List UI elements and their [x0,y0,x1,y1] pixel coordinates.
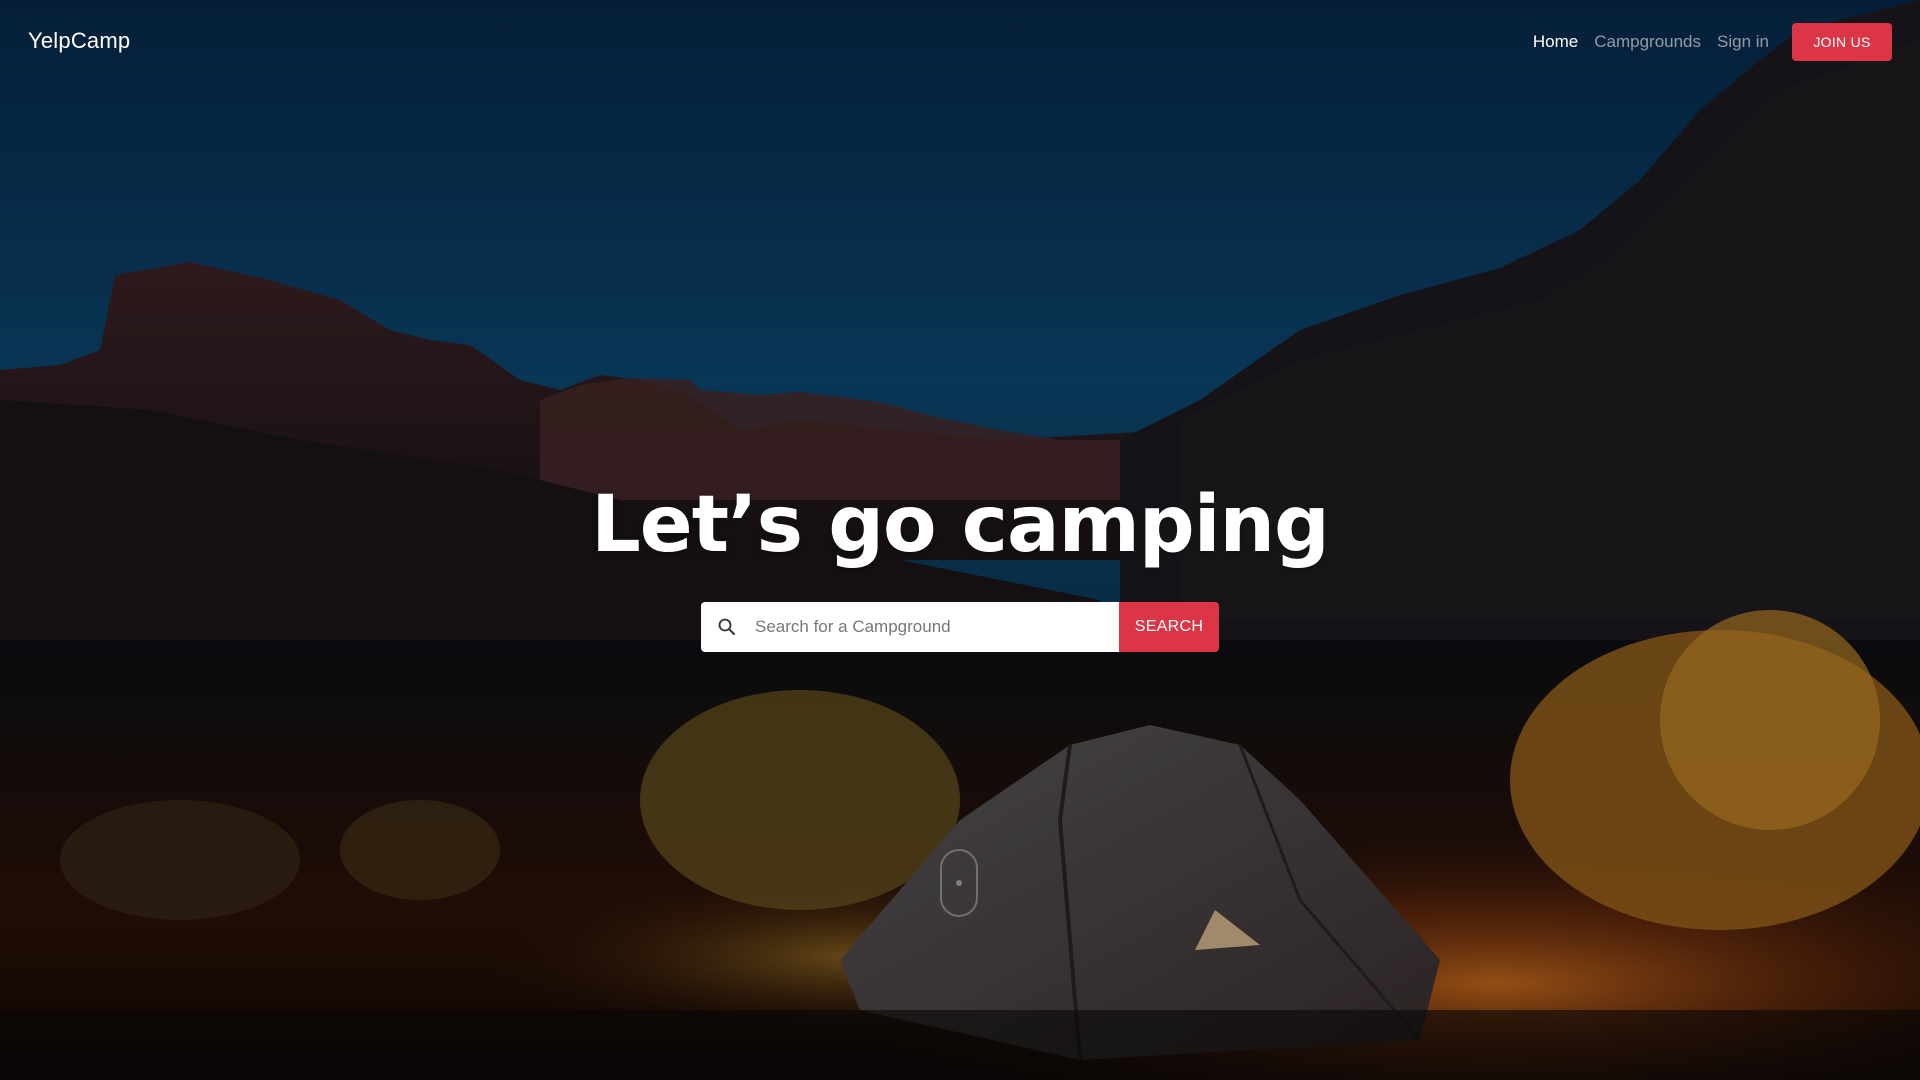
search-button[interactable]: SEARCH [1119,602,1219,652]
nav-link-campgrounds[interactable]: Campgrounds [1594,23,1701,61]
brand-logo[interactable]: YelpCamp [28,28,130,54]
search-input[interactable] [753,616,1117,638]
mouse-scroll-icon[interactable] [940,849,978,917]
search-bar: SEARCH [701,602,1219,652]
hero-section: YelpCamp Home Campgrounds Sign in JOIN U… [0,0,1920,1080]
join-us-button[interactable]: JOIN US [1792,23,1892,61]
nav-links: Home Campgrounds Sign in JOIN US [1517,23,1892,61]
search-box[interactable] [701,602,1119,652]
navbar: YelpCamp Home Campgrounds Sign in JOIN U… [0,0,1920,86]
nav-link-sign-in[interactable]: Sign in [1717,23,1769,61]
hero-title: Let’s go camping [591,480,1330,570]
scroll-dot-icon [956,880,962,886]
nav-link-home[interactable]: Home [1533,23,1578,61]
search-icon [717,617,737,637]
